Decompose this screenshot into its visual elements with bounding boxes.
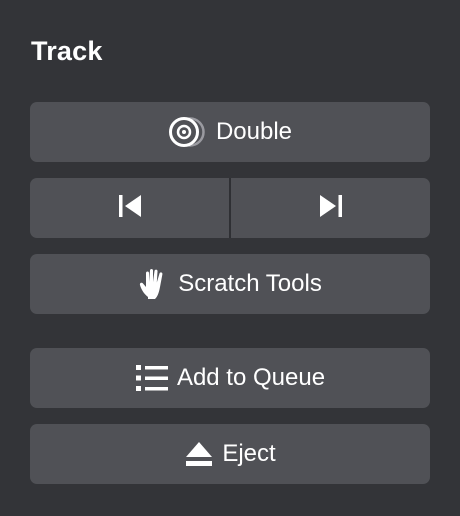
double-button[interactable]: Double [30,102,430,162]
eject-button-label: Eject [222,440,276,467]
eject-icon [184,440,214,468]
scratch-tools-button[interactable]: Scratch Tools [30,254,430,314]
add-to-queue-button-label: Add to Queue [176,364,326,391]
skip-next-icon [319,194,343,223]
add-to-queue-button[interactable]: Add to Queue [30,348,430,408]
skip-previous-icon [118,194,142,223]
double-button-label: Double [215,118,293,145]
double-disc-icon [168,116,208,148]
hand-icon [138,267,170,301]
next-track-button[interactable] [231,178,430,238]
list-icon [135,364,169,392]
scratch-tools-button-label: Scratch Tools [178,270,322,297]
panel-title: Track [31,36,103,66]
previous-track-button[interactable] [30,178,229,238]
eject-button[interactable]: Eject [30,424,430,484]
track-panel: Track Double Scratch Tools Add to Queue … [0,0,460,516]
track-skip-group [30,178,430,238]
